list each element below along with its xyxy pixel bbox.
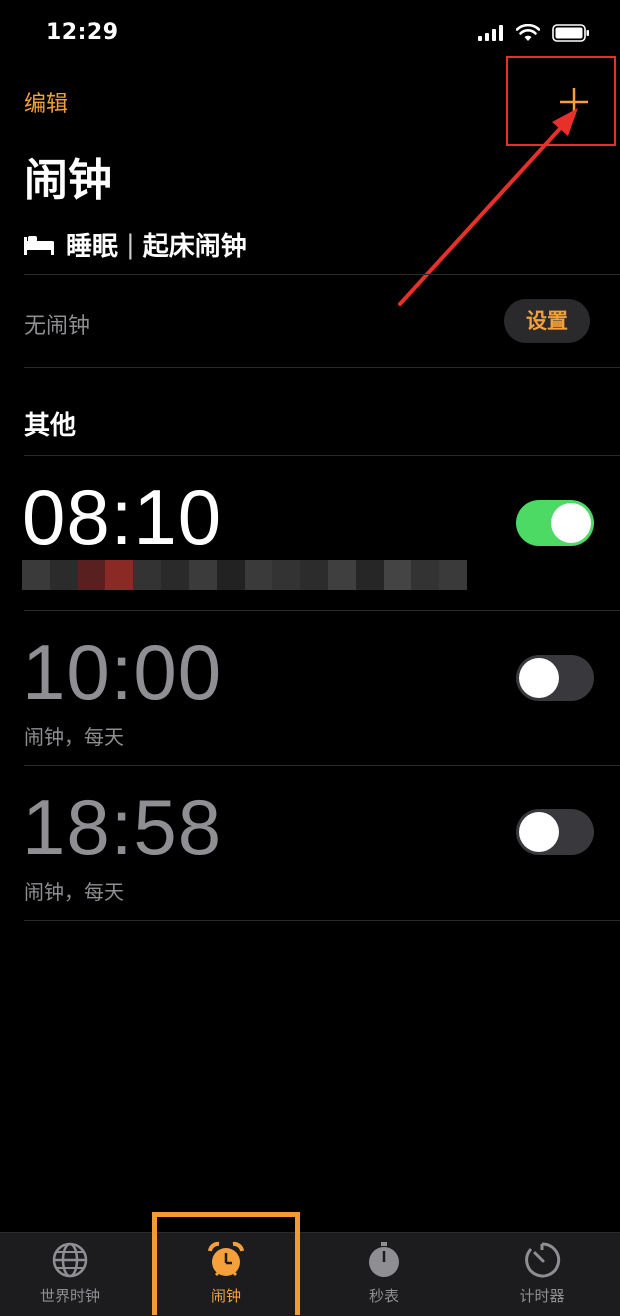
- alarm-time: 18:58: [22, 783, 223, 871]
- bed-icon: [24, 235, 54, 255]
- wake-alarm-title: 起床闹钟: [142, 232, 247, 262]
- alarm-label: 闹钟，每天: [24, 880, 124, 904]
- tab-label: 秒表: [368, 1287, 399, 1305]
- alarm-time: 10:00: [22, 628, 223, 716]
- alarm-toggle[interactable]: [516, 655, 594, 701]
- alarm-row[interactable]: 10:00 闹钟，每天: [0, 611, 620, 765]
- alarm-label: 闹钟，每天: [24, 725, 124, 749]
- alarm-toggle[interactable]: [516, 809, 594, 855]
- alarm-time: 08:10: [22, 473, 223, 561]
- tab-timer[interactable]: 计时器: [482, 1241, 602, 1306]
- sleep-title-separator: |: [126, 229, 135, 260]
- page-title: 闹钟: [24, 155, 112, 206]
- alarm-row[interactable]: 18:58 闹钟，每天: [0, 766, 620, 920]
- divider: [24, 367, 620, 368]
- other-section-title: 其他: [24, 411, 77, 441]
- tab-world-clock[interactable]: 世界时钟: [10, 1241, 130, 1306]
- sleep-title: 睡眠: [66, 232, 119, 262]
- no-alarm-text: 无闹钟: [24, 314, 91, 339]
- alarm-toggle[interactable]: [516, 500, 594, 546]
- globe-icon: [52, 1242, 88, 1278]
- sleep-section-header: 睡眠 | 起床闹钟: [24, 226, 247, 263]
- tab-label: 世界时钟: [39, 1287, 100, 1305]
- alarm-row[interactable]: 08:10: [0, 456, 620, 610]
- tab-highlight-annotation: [152, 1212, 300, 1315]
- alarm-label-redacted: [22, 560, 467, 590]
- tab-label: 计时器: [519, 1287, 565, 1305]
- divider: [24, 920, 620, 921]
- divider: [24, 274, 620, 275]
- tab-bar: 世界时钟 闹钟 秒表 计时器: [0, 1232, 620, 1316]
- set-sleep-button[interactable]: 设置: [504, 299, 590, 343]
- tab-stopwatch[interactable]: 秒表: [324, 1241, 444, 1306]
- timer-icon: [525, 1242, 561, 1278]
- stopwatch-icon: [369, 1242, 399, 1277]
